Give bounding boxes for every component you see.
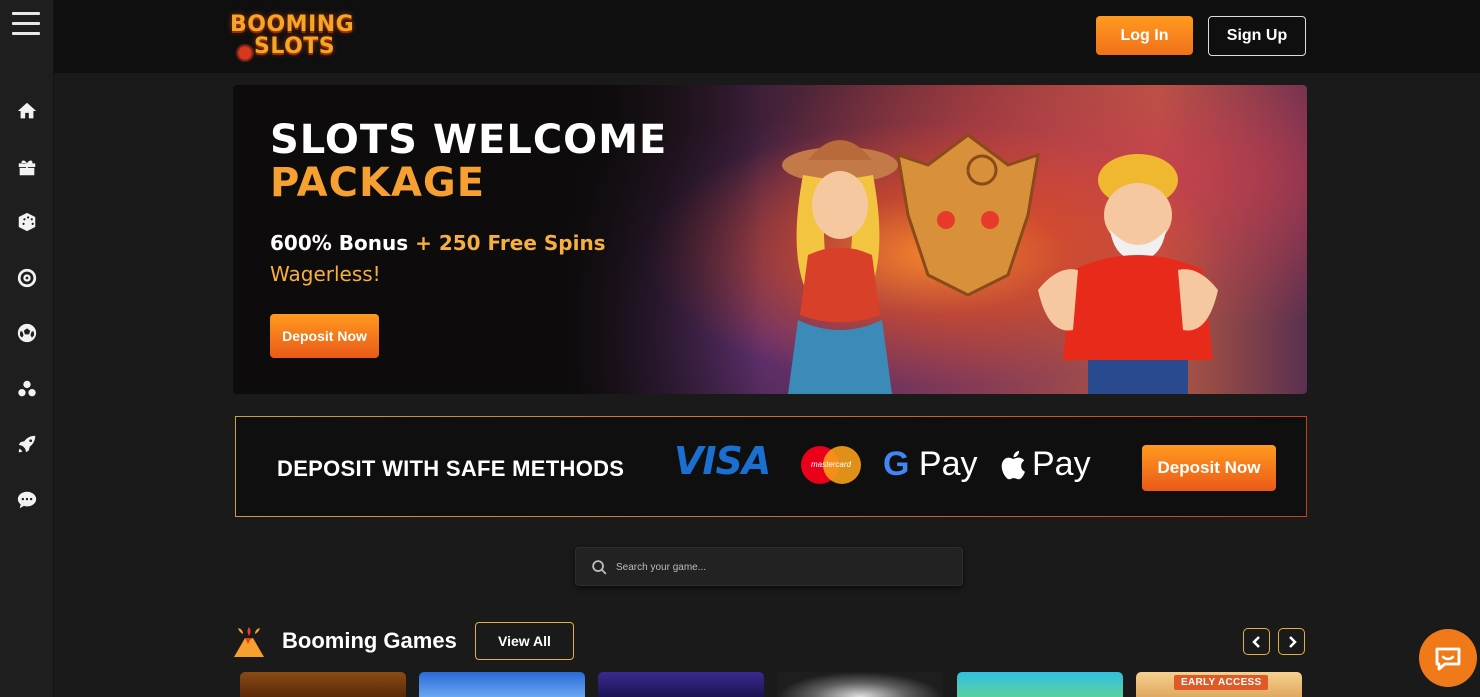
game-thumbnail[interactable] — [598, 672, 764, 697]
hero-bonus-percent: 600% Bonus — [270, 231, 409, 255]
logo-text-line1: BOOMING — [230, 12, 355, 37]
early-access-badge: EARLY ACCESS — [1174, 675, 1269, 690]
google-g-icon: G — [883, 445, 910, 483]
sidebar — [0, 0, 54, 697]
games-section-title: Booming Games — [282, 628, 457, 653]
methods-deposit-button[interactable]: Deposit Now — [1142, 445, 1276, 491]
hero-deposit-button[interactable]: Deposit Now — [270, 314, 379, 358]
carousel-prev-button[interactable] — [1243, 628, 1270, 655]
hero-title-line1: SLOTS WELCOME — [270, 117, 668, 163]
cowgirl-character-image — [782, 140, 898, 394]
chevron-right-icon — [1288, 635, 1297, 648]
hero-bonus-text: 600% Bonus + 250 Free Spins — [270, 231, 606, 255]
hero-title-line2: PACKAGE — [270, 160, 486, 206]
view-all-button[interactable]: View All — [475, 622, 574, 660]
deposit-methods-panel: DEPOSIT WITH SAFE METHODS VISA mastercar… — [235, 416, 1307, 517]
search-input[interactable] — [616, 557, 946, 577]
game-thumbnail[interactable] — [777, 672, 943, 697]
soccer-ball-icon[interactable] — [15, 321, 39, 345]
logo-splat-icon — [234, 44, 256, 62]
deposit-methods-heading: DEPOSIT WITH SAFE METHODS — [277, 456, 625, 481]
hamburger-menu-icon[interactable] — [12, 12, 40, 36]
game-search-bar — [575, 547, 963, 586]
hero-bonus-spins: + 250 Free Spins — [415, 231, 606, 255]
mastercard-label: mastercard — [810, 460, 851, 469]
poker-chips-icon[interactable] — [15, 377, 39, 401]
rocket-icon[interactable] — [15, 432, 39, 456]
gift-icon[interactable] — [15, 155, 39, 179]
logo-text-line2: SLOTS — [254, 34, 336, 59]
apple-pay-logo: Pay — [1000, 445, 1091, 484]
home-icon[interactable] — [15, 99, 39, 123]
chevron-left-icon — [1251, 635, 1260, 648]
top-bar: BOOMING SLOTS Log In Sign Up — [54, 0, 1480, 73]
apple-pay-label: Pay — [1032, 445, 1091, 483]
dice-icon[interactable] — [15, 210, 39, 234]
mastercard-logo: mastercard — [801, 446, 861, 484]
search-icon — [592, 560, 607, 575]
game-thumbnail[interactable] — [240, 672, 406, 697]
live-chat-button[interactable] — [1419, 629, 1477, 687]
game-thumbnail[interactable]: EARLY ACCESS — [1136, 672, 1302, 697]
booming-slots-logo[interactable]: BOOMING SLOTS — [230, 4, 375, 68]
game-thumbnail[interactable] — [419, 672, 585, 697]
chat-icon — [1435, 647, 1461, 671]
google-pay-label: Pay — [918, 445, 978, 483]
chat-bubble-icon[interactable] — [15, 488, 39, 512]
roulette-icon[interactable] — [15, 266, 39, 290]
volcano-icon — [234, 627, 264, 657]
hero-banner: SLOTS WELCOME PACKAGE 600% Bonus + 250 F… — [233, 85, 1307, 394]
hero-wager-text: Wagerless! — [270, 262, 381, 286]
login-button[interactable]: Log In — [1096, 16, 1193, 55]
visa-logo: VISA — [674, 439, 771, 483]
carousel-next-button[interactable] — [1278, 628, 1305, 655]
miner-character-image — [1038, 154, 1218, 394]
game-thumbnail[interactable] — [957, 672, 1123, 697]
google-pay-logo: G Pay — [883, 445, 978, 484]
signup-button[interactable]: Sign Up — [1208, 16, 1306, 56]
apple-icon — [1001, 450, 1025, 479]
